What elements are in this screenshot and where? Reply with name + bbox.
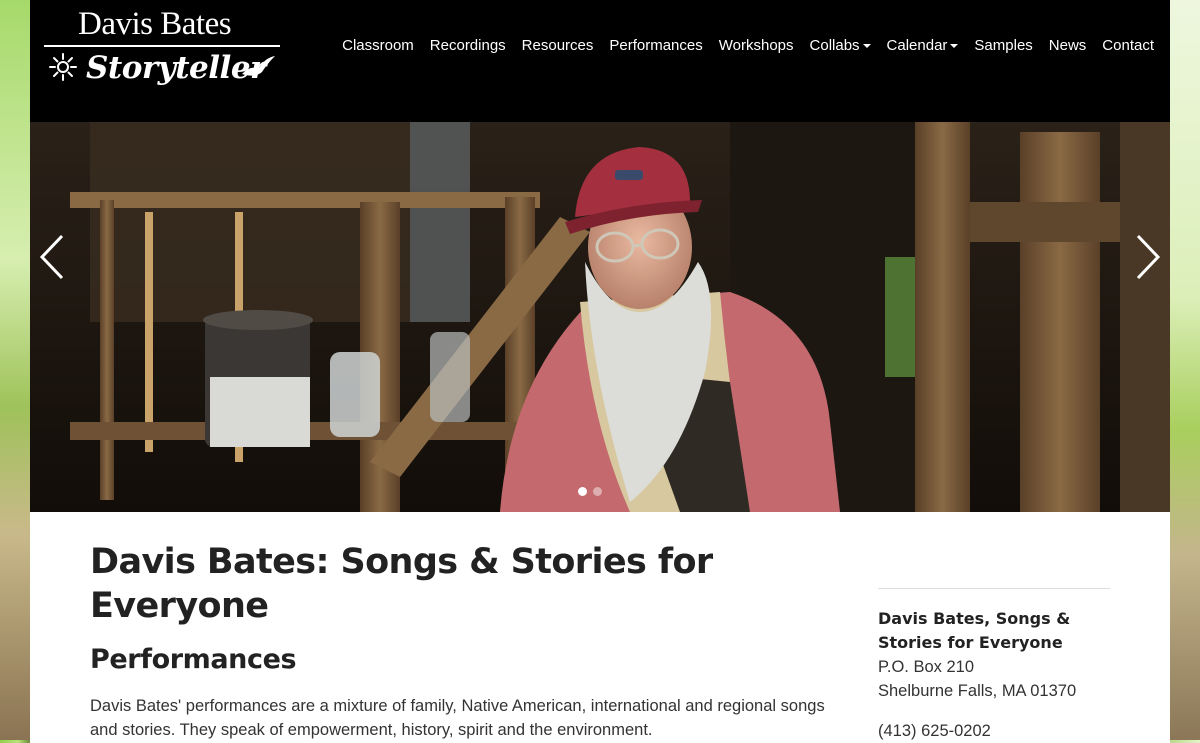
main-nav: Classroom Recordings Resources Performan… <box>334 36 1162 56</box>
nav-label: Performances <box>609 37 703 54</box>
nav-news[interactable]: News <box>1041 36 1095 56</box>
carousel-prev-button[interactable] <box>34 232 74 282</box>
carousel-indicator[interactable] <box>578 487 587 496</box>
nav-resources[interactable]: Resources <box>514 36 602 56</box>
nav-collabs-dropdown[interactable]: Collabs <box>802 36 879 56</box>
contact-phone[interactable]: (413) 625-0202 <box>878 719 1110 743</box>
contact-address-line1: P.O. Box 210 <box>878 658 975 676</box>
nav-label: News <box>1048 37 1087 54</box>
contact-address-line2: Shelburne Falls, MA 01370 <box>878 682 1077 700</box>
nav-calendar-dropdown[interactable]: Calendar <box>879 36 967 56</box>
caret-down-icon <box>950 44 959 49</box>
contact-name: Davis Bates, Songs & Stories for Everyon… <box>878 609 1071 652</box>
caret-down-icon <box>862 44 871 49</box>
nav-label: Collabs <box>809 37 860 54</box>
nav-label: Workshops <box>718 37 794 54</box>
carousel-indicator[interactable] <box>593 487 602 496</box>
chevron-right-icon <box>1136 234 1161 280</box>
page-title: Davis Bates: Songs & Stories for Everyon… <box>90 542 713 626</box>
sun-icon <box>49 53 77 81</box>
nav-label: Classroom <box>342 37 414 54</box>
nav-label: Calendar <box>886 37 948 54</box>
backdrop-left <box>0 0 30 740</box>
nav-label: Resources <box>521 37 594 54</box>
nav-workshops[interactable]: Workshops <box>711 36 802 56</box>
intro-paragraph: Davis Bates' performances are a mixture … <box>90 697 825 739</box>
main-content: Davis Bates: Songs & Stories for Everyon… <box>90 540 830 742</box>
nav-recordings[interactable]: Recordings <box>422 36 514 56</box>
carousel-indicators <box>578 487 602 496</box>
hero-carousel <box>30 122 1170 512</box>
section-heading: Performances <box>90 644 297 675</box>
logo-divider <box>44 45 280 47</box>
nav-classroom[interactable]: Classroom <box>334 36 422 56</box>
logo-name: Davis Bates <box>78 6 232 42</box>
hero-photo <box>30 122 1170 512</box>
chevron-left-icon <box>39 234 64 280</box>
page: Davis Bates Storyteller Classroom Record… <box>30 0 1170 740</box>
contact-sidebar: Davis Bates, Songs & Stories for Everyon… <box>878 588 1110 743</box>
nav-label: Contact <box>1102 37 1154 54</box>
backdrop-right <box>1170 0 1200 740</box>
carousel-next-button[interactable] <box>1126 232 1166 282</box>
logo-tagline: Storyteller <box>86 50 266 86</box>
nav-samples[interactable]: Samples <box>966 36 1040 56</box>
nav-contact[interactable]: Contact <box>1094 36 1162 56</box>
site-header: Davis Bates Storyteller Classroom Record… <box>30 0 1170 122</box>
nav-label: Samples <box>974 37 1033 54</box>
bird-icon <box>242 56 275 76</box>
nav-label: Recordings <box>429 37 506 54</box>
nav-performances[interactable]: Performances <box>601 36 710 56</box>
site-logo[interactable]: Davis Bates Storyteller <box>44 6 280 96</box>
